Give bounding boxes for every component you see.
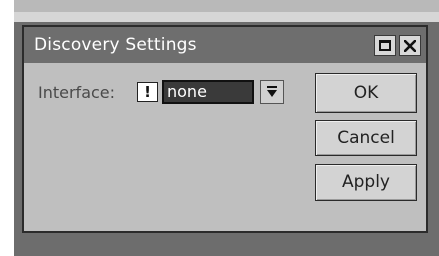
apply-button[interactable]: Apply (315, 164, 417, 201)
interface-dropdown-button[interactable] (260, 80, 284, 104)
exclamation-icon: ! (137, 82, 158, 102)
background-strip (0, 0, 439, 22)
title-bar: Discovery Settings (24, 27, 426, 63)
maximize-icon (379, 40, 391, 51)
cancel-button[interactable]: Cancel (315, 120, 417, 156)
interface-select[interactable]: none (162, 80, 254, 104)
interface-label: Interface: (38, 83, 116, 102)
dropdown-arrow-icon (267, 86, 277, 97)
close-button[interactable] (399, 35, 421, 56)
maximize-button[interactable] (374, 35, 396, 56)
window-title: Discovery Settings (34, 35, 197, 55)
close-icon (404, 39, 416, 52)
ok-button[interactable]: OK (315, 73, 417, 113)
discovery-settings-dialog: Discovery Settings Interface: ! none OK … (22, 25, 428, 233)
background-edge (0, 0, 14, 256)
